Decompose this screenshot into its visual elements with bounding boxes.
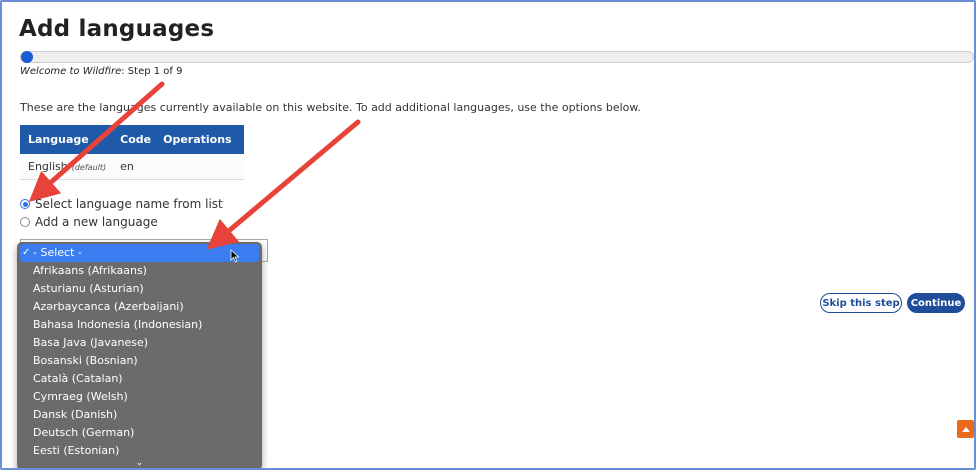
intro-text: These are the languages currently availa… — [20, 101, 641, 114]
dropdown-option-selected[interactable]: ✓ - Select - — [20, 244, 259, 262]
dropdown-option-label: - Select - — [33, 246, 82, 259]
continue-button[interactable]: Continue — [907, 293, 965, 313]
table-row: English (default) en — [20, 154, 245, 180]
dropdown-option[interactable]: Afrikaans (Afrikaans) — [17, 262, 262, 280]
page-title: Add languages — [19, 16, 215, 42]
step-count: : Step 1 of 9 — [121, 66, 183, 77]
language-name: English — [28, 159, 68, 173]
skip-step-button[interactable]: Skip this step — [820, 293, 902, 313]
dropdown-option[interactable]: Cymraeg (Welsh) — [17, 388, 262, 406]
radio-button[interactable] — [20, 217, 30, 227]
screenshot-frame: Add languages Welcome to Wildfire: Step … — [0, 0, 976, 470]
radio-label-select-from-list: Select language name from list — [35, 197, 223, 211]
dropdown-option[interactable]: Asturianu (Asturian) — [17, 280, 262, 298]
default-tag: (default) — [71, 162, 107, 172]
language-dropdown-list[interactable]: ✓ - Select - Afrikaans (Afrikaans) Asturi… — [17, 242, 262, 468]
progress-fill — [21, 51, 127, 63]
progress-indicator — [21, 51, 33, 63]
radio-label-add-new: Add a new language — [35, 215, 158, 229]
scroll-to-top-icon[interactable] — [957, 420, 974, 438]
radio-button-checked[interactable] — [20, 199, 30, 209]
step-site-name: Welcome to Wildfire — [20, 66, 122, 77]
column-language: Language — [20, 125, 115, 154]
dropdown-option[interactable]: Dansk (Danish) — [17, 406, 262, 424]
table-header-row: Language Code Operations — [20, 125, 245, 154]
dropdown-option[interactable]: Basa Java (Javanese) — [17, 334, 262, 352]
operations-cell — [157, 154, 245, 180]
mouse-cursor-icon — [230, 249, 240, 263]
dropdown-option[interactable]: Bosanski (Bosnian) — [17, 352, 262, 370]
progress-bar — [20, 51, 974, 63]
dropdown-option[interactable]: Azərbaycanca (Azerbaijani) — [17, 298, 262, 316]
radio-add-new[interactable]: Add a new language — [20, 215, 158, 229]
column-code: Code — [114, 125, 158, 154]
code-cell: en — [114, 154, 158, 180]
dropdown-option[interactable]: Deutsch (German) — [17, 424, 262, 442]
column-operations: Operations — [157, 125, 245, 154]
step-indicator: Welcome to Wildfire: Step 1 of 9 — [20, 66, 182, 77]
dropdown-option[interactable]: Bahasa Indonesia (Indonesian) — [17, 316, 262, 334]
dropdown-option[interactable]: Català (Catalan) — [17, 370, 262, 388]
check-icon: ✓ — [22, 247, 31, 258]
chevron-down-icon[interactable]: ⌄ — [17, 458, 262, 468]
radio-select-from-list[interactable]: Select language name from list — [20, 197, 223, 211]
language-cell: English (default) — [20, 154, 115, 180]
languages-table: Language Code Operations English (default… — [20, 125, 245, 180]
